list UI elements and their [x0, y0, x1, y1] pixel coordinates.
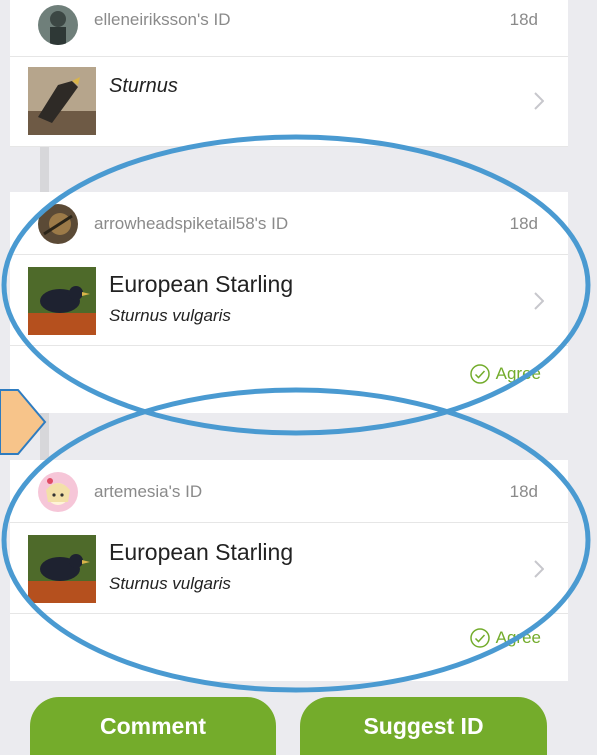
agree-check-icon [469, 364, 490, 384]
comment-button[interactable]: Comment [30, 697, 276, 755]
taxon-scientific-name: Sturnus vulgaris [109, 306, 231, 325]
identification-age: 18d [509, 214, 538, 233]
taxon-row[interactable]: European Starling Sturnus vulgaris [10, 523, 568, 614]
identification-header[interactable]: artemesia's ID 18d [10, 460, 568, 523]
bird-photo-icon [28, 267, 96, 335]
user-avatar-icon[interactable] [38, 472, 78, 512]
identification-age: 18d [509, 482, 538, 501]
taxon-row[interactable]: Sturnus [10, 56, 568, 147]
taxon-common-name: European Starling [109, 539, 294, 565]
bird-photo-icon [28, 67, 96, 135]
bird-photo-icon [28, 535, 96, 603]
user-avatar-icon[interactable] [38, 5, 78, 45]
identification-card: elleneiriksson's ID 18d Sturnus [10, 0, 568, 147]
user-avatar-icon[interactable] [38, 204, 78, 244]
taxon-row[interactable]: European Starling Sturnus vulgaris [10, 255, 568, 346]
taxon-scientific-name: Sturnus [109, 75, 178, 97]
identification-age: 18d [509, 10, 538, 29]
identifier-username[interactable]: artemesia's ID [94, 482, 202, 502]
agree-button[interactable]: Agree [469, 628, 541, 648]
timeline-connector [40, 147, 49, 192]
agree-check-icon [469, 628, 490, 648]
suggest-id-button[interactable]: Suggest ID [300, 697, 547, 755]
identification-card: arrowheadspiketail58's ID 18d European S… [10, 192, 568, 413]
identifier-username[interactable]: elleneiriksson's ID [94, 10, 230, 30]
chevron-right-icon[interactable] [534, 560, 544, 578]
agree-label: Agree [495, 364, 541, 383]
identifier-username[interactable]: arrowheadspiketail58's ID [94, 214, 288, 234]
identification-header[interactable]: elleneiriksson's ID 18d [10, 0, 568, 57]
chevron-right-icon[interactable] [534, 292, 544, 310]
identification-card: artemesia's ID 18d European Starling Stu… [10, 460, 568, 681]
timeline-connector [40, 413, 49, 460]
agree-label: Agree [495, 628, 541, 647]
identification-header[interactable]: arrowheadspiketail58's ID 18d [10, 192, 568, 255]
chevron-right-icon[interactable] [534, 92, 544, 110]
taxon-common-name: European Starling [109, 271, 294, 297]
agree-button[interactable]: Agree [469, 364, 541, 384]
taxon-scientific-name: Sturnus vulgaris [109, 574, 231, 593]
